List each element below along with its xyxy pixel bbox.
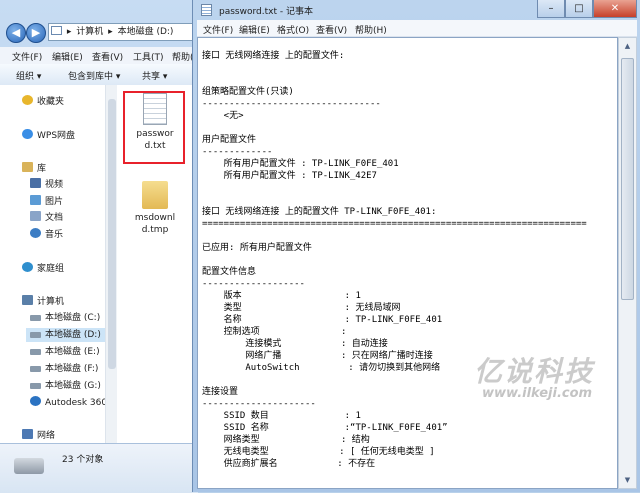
- nav-drive-e[interactable]: 本地磁盘 (E:): [30, 345, 100, 359]
- library-icon: [22, 162, 33, 172]
- homegroup-icon: [22, 262, 33, 272]
- nav-drive-f[interactable]: 本地磁盘 (F:): [30, 362, 98, 376]
- file-password-txt[interactable]: password.txt: [125, 93, 185, 152]
- explorer-window: ◀ ▶ ▸ 计算机 ▸ 本地磁盘 (D:) 文件(F) 编辑(E) 查看(V) …: [0, 0, 204, 493]
- file-list: password.txt msdownld.tmp: [117, 85, 198, 443]
- file-msdownld-tmp[interactable]: msdownld.tmp: [125, 181, 185, 236]
- forward-button[interactable]: ▶: [26, 23, 46, 43]
- watermark-text: 亿说科技: [474, 355, 595, 388]
- drive-icon: [30, 383, 41, 389]
- nav-wps-cloud[interactable]: WPS网盘: [22, 129, 75, 143]
- vertical-scrollbar[interactable]: ▲ ▼: [618, 37, 637, 489]
- text-file-icon: [143, 93, 167, 125]
- computer-icon: [51, 26, 62, 35]
- breadcrumb-drive[interactable]: 本地磁盘 (D:): [118, 27, 174, 37]
- file-name: msdownld.tmp: [134, 213, 176, 235]
- nav-documents[interactable]: 文档: [30, 211, 63, 225]
- drive-icon: [30, 332, 41, 338]
- text-editor[interactable]: 接口 无线网络连接 上的配置文件: 组策略配置文件(只读) ----------…: [197, 37, 618, 489]
- document-icon: [30, 211, 41, 221]
- menu-tools[interactable]: 工具(T): [133, 50, 164, 63]
- include-in-library-button[interactable]: 包含到库中 ▾: [68, 69, 120, 82]
- explorer-nav-bar: ◀ ▶ ▸ 计算机 ▸ 本地磁盘 (D:): [0, 20, 198, 46]
- nav-drive-d[interactable]: 本地磁盘 (D:): [26, 328, 105, 342]
- menu-format[interactable]: 格式(O): [277, 23, 309, 36]
- notepad-title-bar[interactable]: password.txt - 记事本 – □ ✕: [193, 0, 640, 20]
- status-bar: 23 个对象: [0, 443, 198, 493]
- drive-icon: [14, 458, 44, 474]
- nav-drive-c[interactable]: 本地磁盘 (C:): [30, 311, 100, 325]
- watermark: 亿说科技 www.ilkeji.com: [474, 350, 624, 410]
- picture-icon: [30, 195, 41, 205]
- drive-icon: [30, 349, 41, 355]
- minimize-button[interactable]: –: [537, 0, 565, 18]
- explorer-body: 收藏夹 WPS网盘 库 视频 图片 文档 音乐 家庭组 计算机 本地磁盘 (C:…: [0, 85, 198, 443]
- scroll-up-arrow[interactable]: ▲: [619, 38, 636, 54]
- share-button[interactable]: 共享 ▾: [142, 69, 167, 82]
- watermark-url: www.ilkeji.com: [482, 386, 593, 401]
- menu-edit[interactable]: 编辑(E): [52, 50, 83, 63]
- menu-file[interactable]: 文件(F): [203, 23, 233, 36]
- notepad-icon: [201, 4, 212, 16]
- nav-homegroup[interactable]: 家庭组: [22, 262, 64, 276]
- nav-computer[interactable]: 计算机: [22, 295, 64, 309]
- explorer-toolbar: 组织 ▾ 包含到库中 ▾ 共享 ▾: [0, 64, 198, 86]
- nav-videos[interactable]: 视频: [30, 178, 63, 192]
- file-name: password.txt: [136, 129, 174, 151]
- folder-icon: [142, 181, 168, 209]
- autodesk-icon: [30, 396, 41, 406]
- object-count: 23 个对象: [62, 455, 104, 465]
- close-button[interactable]: ✕: [593, 0, 637, 18]
- window-title: password.txt - 记事本: [219, 7, 313, 17]
- nav-pictures[interactable]: 图片: [30, 195, 63, 209]
- music-icon: [30, 228, 41, 238]
- navigation-pane: 收藏夹 WPS网盘 库 视频 图片 文档 音乐 家庭组 计算机 本地磁盘 (C:…: [0, 85, 105, 443]
- back-button[interactable]: ◀: [6, 23, 26, 43]
- cloud-icon: [22, 129, 33, 139]
- menu-edit[interactable]: 编辑(E): [239, 23, 270, 36]
- nav-music[interactable]: 音乐: [30, 228, 63, 242]
- nav-libraries[interactable]: 库: [22, 162, 46, 176]
- menu-view[interactable]: 查看(V): [316, 23, 347, 36]
- notepad-window: password.txt - 记事本 – □ ✕ 文件(F) 编辑(E) 格式(…: [192, 0, 640, 492]
- video-icon: [30, 178, 41, 188]
- scroll-down-arrow[interactable]: ▼: [619, 472, 636, 488]
- nav-favorites[interactable]: 收藏夹: [22, 95, 64, 109]
- explorer-menu-bar: 文件(F) 编辑(E) 查看(V) 工具(T) 帮助(H): [0, 47, 204, 65]
- menu-help[interactable]: 帮助(H): [355, 23, 387, 36]
- drive-icon: [30, 366, 41, 372]
- organize-button[interactable]: 组织 ▾: [16, 69, 41, 82]
- breadcrumb-computer[interactable]: 计算机: [76, 27, 103, 37]
- menu-view[interactable]: 查看(V): [92, 50, 123, 63]
- nav-network[interactable]: 网络: [22, 429, 55, 443]
- computer-icon: [22, 295, 33, 305]
- scrollbar-thumb[interactable]: [621, 58, 634, 300]
- star-icon: [22, 95, 33, 105]
- nav-drive-g[interactable]: 本地磁盘 (G:): [30, 379, 101, 393]
- drive-icon: [30, 315, 41, 321]
- notepad-menu-bar: 文件(F) 编辑(E) 格式(O) 查看(V) 帮助(H): [197, 20, 637, 37]
- network-icon: [22, 429, 33, 439]
- address-bar[interactable]: ▸ 计算机 ▸ 本地磁盘 (D:): [48, 23, 198, 41]
- nav-autodesk-360[interactable]: Autodesk 360: [30, 396, 105, 410]
- maximize-button[interactable]: □: [565, 0, 593, 18]
- menu-file[interactable]: 文件(F): [12, 50, 42, 63]
- scrollbar-thumb[interactable]: [108, 99, 116, 369]
